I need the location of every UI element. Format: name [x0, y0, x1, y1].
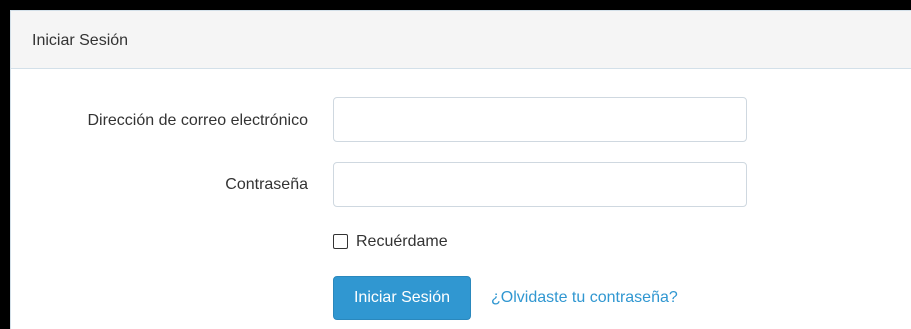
login-button[interactable]: Iniciar Sesión — [333, 276, 471, 320]
login-panel: Iniciar Sesión Dirección de correo elect… — [10, 10, 911, 329]
forgot-password-link[interactable]: ¿Olvidaste tu contraseña? — [491, 289, 678, 307]
remember-label[interactable]: Recuérdame — [356, 233, 448, 251]
password-label: Contraseña — [225, 176, 308, 193]
email-field[interactable] — [333, 97, 747, 142]
remember-checkbox[interactable] — [333, 234, 348, 249]
panel-title: Iniciar Sesión — [32, 32, 129, 49]
panel-header: Iniciar Sesión — [11, 11, 911, 69]
password-field[interactable] — [333, 162, 747, 207]
email-label: Dirección de correo electrónico — [87, 112, 308, 129]
